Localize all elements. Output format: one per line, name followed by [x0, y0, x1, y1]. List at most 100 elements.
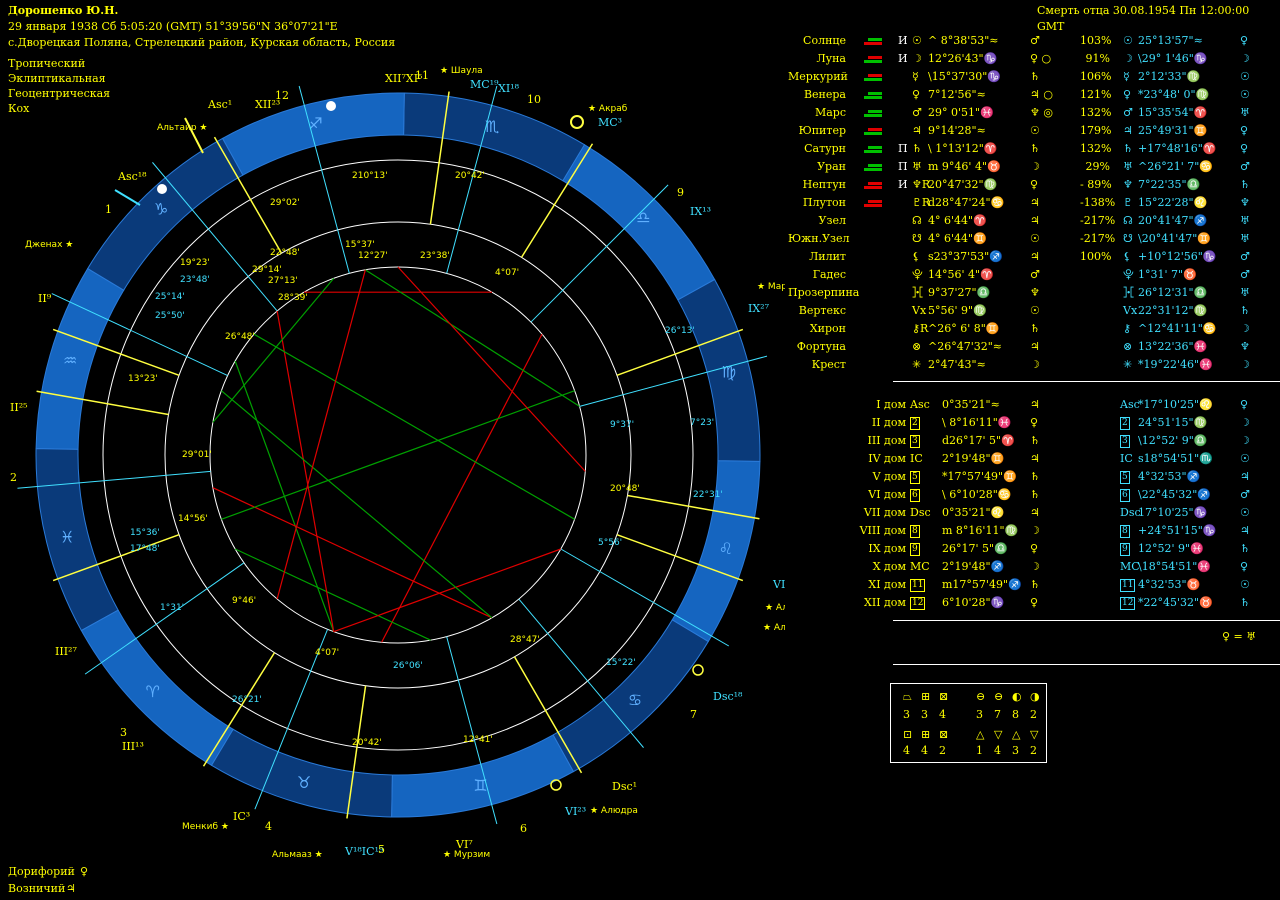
- house-name: VII дом: [863, 506, 906, 519]
- planet-degree-label: 4°07': [495, 268, 519, 278]
- planet-degree-label: 210°13': [352, 171, 388, 181]
- transit-position: *19°22'46"♓: [1138, 358, 1213, 371]
- house-name: XI дом: [868, 578, 906, 591]
- planet-strength: -217%: [1080, 232, 1116, 245]
- planet-strength: 179%: [1080, 124, 1112, 137]
- dsc-marker: [692, 664, 704, 676]
- planet-ruler-icon: ♃: [1030, 340, 1040, 353]
- house-cusp-position: 6°10'28"♑: [942, 596, 1005, 609]
- fixed-star-label: ★ Шаула: [440, 66, 483, 76]
- house-cusp-icon: 6: [910, 489, 920, 502]
- planet-row: Сатурн П ♄ \ 1°13'12"♈ ♄ 132% ♄ +17°48'16"♈ ♀: [790, 140, 1280, 158]
- transit-icon: ☋: [1123, 232, 1133, 245]
- planet-degree-label: 29°14': [252, 265, 282, 275]
- planet-row: Луна И ☽ 12°26'43"♑ ♀ ○ 91% ☽ \29° 1'46"♑ ☽: [790, 50, 1280, 68]
- aspect-note: ♀ = ♅: [1222, 630, 1257, 643]
- aspect-line: [221, 390, 575, 520]
- planet-position: ^26° 6' 8"♊: [928, 322, 1000, 335]
- house-cusp-label: VI²³: [564, 805, 586, 818]
- planet-row: Меркурий ☿ \15°37'30"♑ ♄ 106% ☿ 2°12'33"♍ ☉: [788, 68, 1280, 86]
- transit-position: 7°22'35"♎: [1138, 178, 1201, 191]
- zodiac-sign-icon: ♑: [154, 200, 168, 219]
- transit-ruler-icon: ☽: [1240, 358, 1250, 371]
- house-number: 1: [105, 203, 112, 216]
- transit-icon: ☉: [1123, 34, 1133, 47]
- element-count: 4: [903, 744, 910, 757]
- planet-row: Лилит ⚸ s23°37'53"♐ ♃ 100% ⚸ +10°12'56"♑ ♂: [790, 248, 1280, 266]
- fixed-star-label: ★ Акраб: [588, 104, 628, 114]
- house-cusp-label: III²⁷: [55, 645, 77, 658]
- transit-position: +10°12'56"♑: [1138, 250, 1217, 263]
- house-row: IX дом 9 26°17' 5"♎ ♀ 9 12°52' 9"♓ ♄: [790, 540, 1280, 558]
- doriforiy-label: Дорифорий: [8, 865, 75, 878]
- transit-house-position: \12°52' 9"♎: [1138, 434, 1208, 447]
- planet-name: Плутон: [802, 196, 846, 209]
- house-name: V дом: [872, 470, 906, 483]
- planet-degree-label: 5°56': [598, 538, 622, 548]
- house-cusp-position: 26°17' 5"♎: [942, 542, 1008, 555]
- element-count: 3: [921, 708, 928, 721]
- house-row: VI дом 6 \ 6°10'28"♋ ♄ 6 \22°45'32"♐ ♂: [790, 486, 1280, 504]
- house-name: VIII дом: [859, 524, 906, 537]
- transit-house-icon: 3: [1120, 435, 1130, 448]
- house-number: 11: [415, 69, 429, 82]
- house-number: 10: [527, 93, 541, 106]
- zodiac-sector: [671, 460, 761, 643]
- house-cusp-label: II²⁵: [10, 401, 28, 414]
- transit-house-icon: 2: [1120, 417, 1130, 430]
- element-icon: ⏢: [903, 690, 912, 703]
- house-ruler-icon: ♃: [1030, 506, 1040, 519]
- planet-degree-label: 25°14': [155, 292, 185, 302]
- planet-strength: 132%: [1080, 106, 1112, 119]
- planet-row: Фортуна ⊗ ^26°47'32"≈ ♃ ⊗ 13°22'36"♓ ♆: [790, 338, 1280, 356]
- planet-row: Хирон ⚷R ^26° 6' 8"♊ ♄ ⚷ ^12°41'11"♋ ☽: [790, 320, 1280, 338]
- house-cusp-label: IC³: [233, 810, 250, 823]
- house-row: VII дом Dsc 0°35'21"♌ ♃ Dsc 17°10'25"♑ ☉: [790, 504, 1280, 522]
- planet-name: Лилит: [809, 250, 846, 263]
- transit-ruler-icon: ♀: [1240, 124, 1249, 137]
- house-name: XII дом: [864, 596, 906, 609]
- transit-position: 2°12'33"♍: [1138, 70, 1201, 83]
- planet-name: Крест: [811, 358, 846, 371]
- transit-ruler-icon: ♀: [1240, 142, 1249, 155]
- planet-name: Хирон: [809, 322, 846, 335]
- planet-ruler-icon: ♀ ○: [1030, 52, 1052, 65]
- fixed-star-label: Дженах ★: [25, 240, 73, 250]
- doriforiy-icon: ♀: [80, 865, 89, 878]
- fixed-star-label: ★ Алюдра: [590, 806, 638, 816]
- planet-name: Юпитер: [798, 124, 846, 137]
- strength-bar: [868, 56, 882, 59]
- planet-degree-label: 20°42': [352, 738, 382, 748]
- transit-ruler-icon: ♆: [1240, 196, 1250, 209]
- transit-icon: ♆: [1123, 178, 1133, 191]
- element-count: 8: [1012, 708, 1019, 721]
- transit-house-icon: 12: [1120, 597, 1136, 610]
- planet-ruler-icon: ♃: [1030, 214, 1040, 227]
- house-row: V дом 5 *17°57'49"♊ ♄ 5 4°32'53"♐ ♃: [790, 468, 1280, 486]
- planet-name: Фортуна: [796, 340, 846, 353]
- planet-name: Южн.Узел: [788, 232, 850, 245]
- transit-ruler-icon: ♀: [1240, 34, 1249, 47]
- planet-name: Марс: [814, 106, 846, 119]
- fixed-star-label: ★ Маркеб: [757, 282, 785, 292]
- transit-house-position: 24°51'15"♍: [1138, 416, 1208, 429]
- element-icon: ▽: [1030, 728, 1039, 741]
- strength-bar: [868, 74, 882, 77]
- planet-degree-label: 1°31': [160, 603, 184, 613]
- planet-strength: - 89%: [1080, 178, 1112, 191]
- planet-name: Гадес: [812, 268, 846, 281]
- planet-strength: 103%: [1080, 34, 1112, 47]
- planet-degree-label: 12°41': [463, 735, 493, 745]
- aspect-line: [276, 310, 335, 632]
- planet-icon: ☋: [912, 232, 922, 245]
- natal-wheel: ♒♓♈♉ ♊♋♌♍♎♏♐♑Asc¹Asc¹⁸XII²³XII⁷XI⁵ MC¹⁹ XI¹…: [10, 66, 785, 860]
- house-cusp-position: m17°57'49"♐: [942, 578, 1022, 591]
- transit-icon: Vx: [1123, 304, 1138, 317]
- separator: [893, 664, 1280, 665]
- planet-degree-label: 25°50': [155, 311, 185, 321]
- strength-bar: [864, 204, 882, 207]
- planet-strength: 29%: [1085, 160, 1110, 173]
- fixed-star-label: ★ Алюла Бореалис: [763, 623, 785, 633]
- planet-position: 14°56' 4"♈: [928, 268, 994, 281]
- transit-icon: ⚸: [1123, 250, 1132, 263]
